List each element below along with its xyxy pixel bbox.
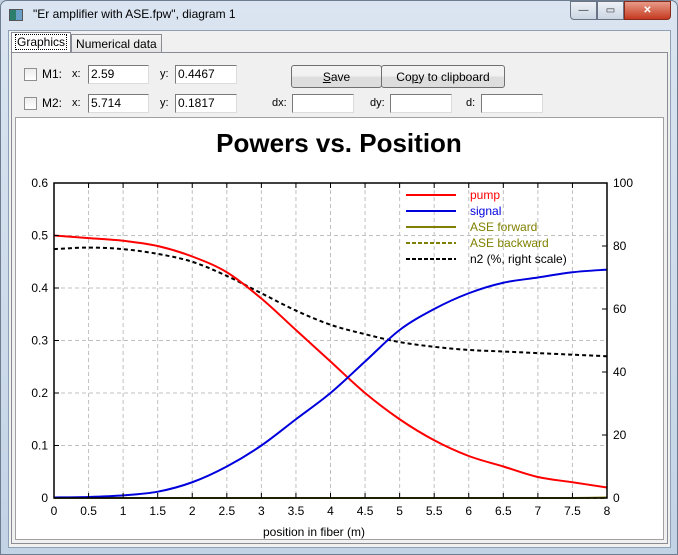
dy-field[interactable] <box>390 94 452 113</box>
tick-labels: 0 0.5 1 1.5 2 2.5 3 3.5 4 4.5 5 5.5 6 6.5 7 7.5 800.10.2… <box>31 176 633 518</box>
y-tick-label: 0.5 <box>31 229 48 243</box>
copy-to-clipboard-button[interactable]: Copy to clipboard <box>381 65 505 88</box>
x-tick-label: 2 <box>189 504 196 518</box>
dx-field[interactable] <box>292 94 354 113</box>
y-tick-label: 0.1 <box>31 439 48 453</box>
y2-tick-label: 100 <box>613 176 633 190</box>
y2-tick-label: 20 <box>613 428 627 442</box>
x-tick-label: 7 <box>535 504 542 518</box>
x-tick-label: 5.5 <box>426 504 443 518</box>
legend-label: pump <box>470 188 500 202</box>
d-field[interactable] <box>481 94 543 113</box>
y2-tick-label: 80 <box>613 239 627 253</box>
close-icon: ✕ <box>643 5 652 16</box>
x-tick-label: 7.5 <box>564 504 581 518</box>
m1-x-field[interactable]: 2.59 <box>88 65 149 84</box>
m2-label: M2: <box>42 96 63 110</box>
m2-y-label: y: <box>160 97 169 109</box>
x-tick-label: 6 <box>465 504 472 518</box>
client-area: Graphics Numerical data M1: x: 2.59 y: 0… <box>8 30 671 548</box>
maximize-button[interactable]: ▭ <box>597 1 624 20</box>
y2-tick-label: 0 <box>613 491 620 505</box>
m2-x-label: x: <box>72 97 81 109</box>
x-tick-label: 2.5 <box>218 504 235 518</box>
m1-checkbox[interactable] <box>24 68 37 81</box>
y-tick-label: 0.6 <box>31 176 48 190</box>
maximize-icon: ▭ <box>605 5 616 16</box>
m1-y-label: y: <box>160 68 169 80</box>
marker-row-m1: M1: x: 2.59 y: 0.4467 Save Copy to clipb… <box>12 65 662 88</box>
tab-bar: Graphics Numerical data <box>11 32 162 53</box>
chart-title: Powers vs. Position <box>216 128 462 158</box>
x-tick-label: 5 <box>396 504 403 518</box>
m2-checkbox[interactable] <box>24 97 37 110</box>
legend-label: ASE backward <box>470 236 549 250</box>
y-tick-label: 0.2 <box>31 386 48 400</box>
legend-label: ASE forward <box>470 220 537 234</box>
x-axis-label: position in fiber (m) <box>263 525 365 539</box>
x-tick-label: 8 <box>604 504 611 518</box>
y2-tick-label: 40 <box>613 365 627 379</box>
x-tick-label: 3.5 <box>288 504 305 518</box>
legend-label: signal <box>470 204 501 218</box>
save-button[interactable]: Save <box>291 65 382 88</box>
legend: pump signal ASE forward ASE backward n2 (%, … <box>406 188 567 266</box>
x-tick-label: 3 <box>258 504 265 518</box>
m2-x-field[interactable]: 5.714 <box>88 94 149 113</box>
close-button[interactable]: ✕ <box>624 1 671 20</box>
x-tick-label: 4 <box>327 504 334 518</box>
graphics-panel: M1: x: 2.59 y: 0.4467 Save Copy to clipb… <box>11 52 668 544</box>
app-window: "Er amplifier with ASE.fpw", diagram 1 —… <box>0 0 678 555</box>
tab-numerical-data[interactable]: Numerical data <box>71 34 162 53</box>
m2-y-field[interactable]: 0.1817 <box>175 94 237 113</box>
x-tick-label: 1.5 <box>149 504 166 518</box>
window-title: "Er amplifier with ASE.fpw", diagram 1 <box>33 7 236 21</box>
y-tick-label: 0.4 <box>31 281 48 295</box>
legend-label: n2 (%, right scale) <box>470 252 567 266</box>
tab-graphics[interactable]: Graphics <box>11 32 72 53</box>
minimize-button[interactable]: — <box>570 1 597 20</box>
app-icon[interactable] <box>9 9 23 21</box>
dx-label: dx: <box>272 97 287 109</box>
dy-label: dy: <box>370 97 385 109</box>
minimize-icon: — <box>578 5 589 16</box>
marker-row-m2: M2: x: 5.714 y: 0.1817 dx: dy: d: <box>12 94 662 114</box>
y2-tick-label: 60 <box>613 302 627 316</box>
x-tick-label: 0.5 <box>80 504 97 518</box>
x-tick-label: 0 <box>51 504 58 518</box>
chart-svg: Powers vs. Position 0 0.5 1 1.5 2 2.5 3 3.5 4 4.5… <box>31 128 633 539</box>
title-bar[interactable]: "Er amplifier with ASE.fpw", diagram 1 —… <box>1 1 677 29</box>
d-label: d: <box>466 97 476 109</box>
m1-y-field[interactable]: 0.4467 <box>175 65 237 84</box>
chart-area[interactable]: Powers vs. Position 0 0.5 1 1.5 2 2.5 3 3.5 4 4.5… <box>15 117 664 540</box>
x-tick-label: 4.5 <box>357 504 374 518</box>
y-tick-label: 0.3 <box>31 334 48 348</box>
m1-label: M1: <box>42 67 63 81</box>
m1-x-label: x: <box>72 68 81 80</box>
y-tick-label: 0 <box>41 491 48 505</box>
x-tick-label: 1 <box>120 504 127 518</box>
x-tick-label: 6.5 <box>495 504 512 518</box>
